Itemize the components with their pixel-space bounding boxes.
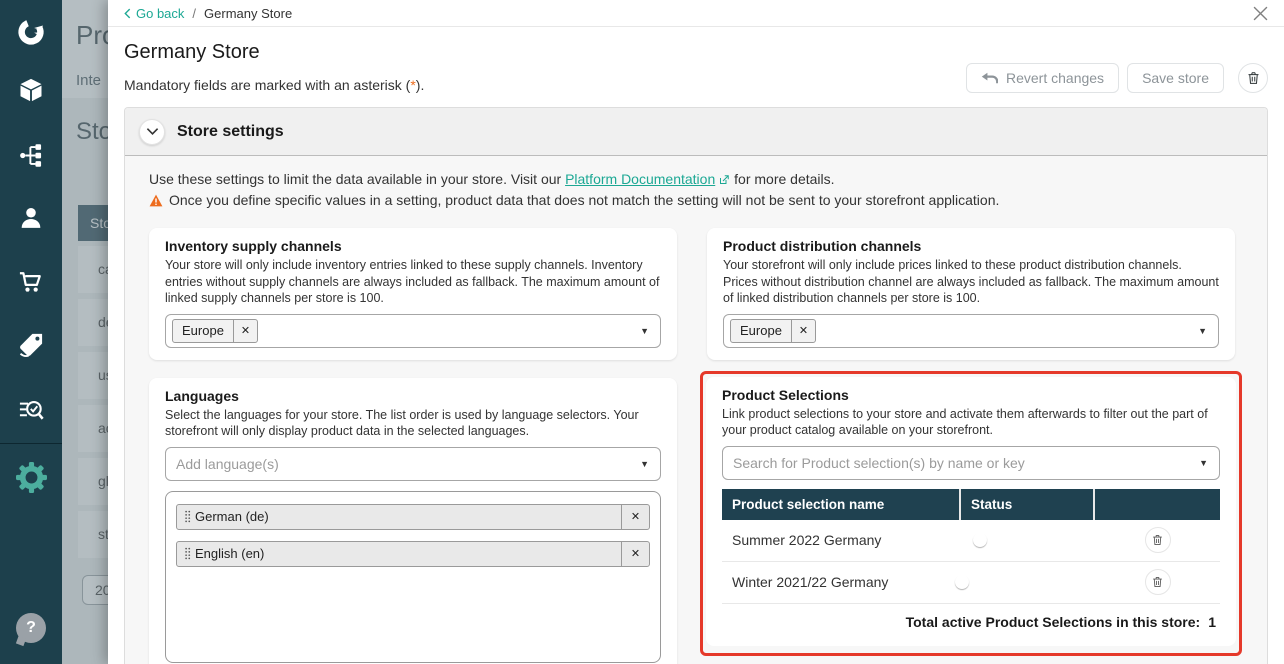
selected-channel-tag: Europe ✕ xyxy=(172,319,258,343)
collapse-toggle[interactable] xyxy=(139,119,165,145)
sidebar-item-products[interactable] xyxy=(0,76,62,104)
active-selections-total: Total active Product Selections in this … xyxy=(722,604,1220,634)
select-placeholder: Add language(s) xyxy=(172,456,279,472)
store-detail-modal: Go back / Germany Store Germany Store Ma… xyxy=(108,0,1284,664)
table-row: Summer 2022 Germany xyxy=(722,520,1220,562)
platform-documentation-link[interactable]: Platform Documentation xyxy=(565,171,715,187)
remove-tag-icon[interactable]: ✕ xyxy=(791,320,815,342)
languages-card: Languages Select the languages for your … xyxy=(149,378,677,664)
chevron-down-icon: ▼ xyxy=(1199,458,1208,468)
cart-icon xyxy=(17,268,45,296)
remove-selection-button[interactable] xyxy=(1145,527,1171,553)
chevron-down-icon xyxy=(146,127,159,136)
card-description: Link product selections to your store an… xyxy=(722,406,1220,439)
chevron-down-icon: ▼ xyxy=(640,459,649,469)
drag-handle-icon[interactable] xyxy=(177,542,195,566)
go-back-label: Go back xyxy=(136,6,184,21)
revert-changes-label: Revert changes xyxy=(1006,70,1104,86)
add-language-select[interactable]: Add language(s) ▼ xyxy=(165,447,661,481)
card-title: Product distribution channels xyxy=(723,238,1219,254)
settings-intro: Use these settings to limit the data ava… xyxy=(149,170,1235,191)
sidebar-divider xyxy=(0,443,62,444)
distribution-channels-select[interactable]: Europe ✕ ▼ xyxy=(723,314,1219,348)
table-header-row: Product selection name Status xyxy=(722,489,1220,520)
modal-actions: Revert changes Save store xyxy=(966,63,1268,93)
modal-topbar: Go back / Germany Store xyxy=(108,0,1284,27)
column-header-status: Status xyxy=(961,489,1095,520)
chevron-left-icon xyxy=(124,8,131,19)
sidebar-item-help[interactable]: ? xyxy=(0,613,62,643)
language-item[interactable]: English (en) ✕ xyxy=(176,541,650,567)
remove-tag-icon[interactable]: ✕ xyxy=(233,320,257,342)
sidebar-item-customers[interactable] xyxy=(0,204,62,232)
save-store-button[interactable]: Save store xyxy=(1127,63,1224,93)
select-placeholder: Search for Product selection(s) by name … xyxy=(729,455,1025,471)
card-title: Product Selections xyxy=(722,387,1220,403)
card-title: Inventory supply channels xyxy=(165,238,661,254)
card-title: Languages xyxy=(165,388,661,404)
drag-handle-icon[interactable] xyxy=(177,505,195,529)
language-sort-list: German (de) ✕ English (en) ✕ xyxy=(165,491,661,663)
box-icon xyxy=(17,76,45,104)
sidebar-item-categories[interactable] xyxy=(0,142,62,169)
commercetools-logo-icon[interactable] xyxy=(0,17,62,47)
selected-channel-tag: Europe ✕ xyxy=(730,319,816,343)
product-selections-table: Product selection name Status Summer 202… xyxy=(722,489,1220,634)
product-distribution-channels-card: Product distribution channels Your store… xyxy=(707,228,1235,360)
trash-icon xyxy=(1151,533,1164,547)
breadcrumb-current: Germany Store xyxy=(204,6,292,21)
sidebar-item-settings[interactable] xyxy=(0,462,62,493)
card-description: Your store will only include inventory e… xyxy=(165,257,661,307)
tag-icon xyxy=(17,331,45,359)
product-selections-card: Product Selections Link product selectio… xyxy=(706,377,1236,646)
modal-header: Germany Store Mandatory fields are marke… xyxy=(108,27,1284,105)
trash-icon xyxy=(1246,70,1261,86)
sidebar-item-discounts[interactable] xyxy=(0,331,62,359)
tree-icon xyxy=(18,142,45,169)
store-settings-section: Store settings Use these settings to lim… xyxy=(124,107,1268,664)
total-label: Total active Product Selections in this … xyxy=(906,614,1201,630)
remove-selection-button[interactable] xyxy=(1145,569,1171,595)
remove-language-icon[interactable]: ✕ xyxy=(621,542,649,566)
magnifier-check-icon xyxy=(17,396,45,424)
store-settings-header[interactable]: Store settings xyxy=(125,108,1267,156)
column-header-actions xyxy=(1095,489,1220,520)
inventory-supply-channels-card: Inventory supply channels Your store wil… xyxy=(149,228,677,360)
help-icon[interactable]: ? xyxy=(16,613,46,643)
revert-changes-button[interactable]: Revert changes xyxy=(966,63,1119,93)
go-back-link[interactable]: Go back xyxy=(124,6,184,21)
chevron-down-icon: ▼ xyxy=(640,326,649,336)
person-icon xyxy=(17,204,45,232)
chevron-down-icon: ▼ xyxy=(1198,326,1207,336)
total-value: 1 xyxy=(1208,614,1216,630)
product-selection-search-select[interactable]: Search for Product selection(s) by name … xyxy=(722,446,1220,480)
gear-icon xyxy=(16,462,47,493)
breadcrumb-separator: / xyxy=(192,6,196,21)
main-sidebar: ? xyxy=(0,0,62,664)
table-row: Winter 2021/22 Germany xyxy=(722,562,1220,604)
settings-warning: Once you define specific values in a set… xyxy=(149,191,1235,212)
card-description: Your storefront will only include prices… xyxy=(723,257,1219,307)
column-header-name: Product selection name xyxy=(722,489,961,520)
remove-language-icon[interactable]: ✕ xyxy=(621,505,649,529)
trash-icon xyxy=(1151,575,1164,589)
external-link-icon xyxy=(718,172,730,191)
mandatory-note: Mandatory fields are marked with an aste… xyxy=(124,77,966,93)
save-store-label: Save store xyxy=(1142,70,1209,86)
sidebar-item-orders[interactable] xyxy=(0,268,62,296)
warning-icon xyxy=(149,193,163,212)
store-settings-body: Use these settings to limit the data ava… xyxy=(125,156,1267,664)
language-item[interactable]: German (de) ✕ xyxy=(176,504,650,530)
card-description: Select the languages for your store. The… xyxy=(165,407,661,440)
page-title: Germany Store xyxy=(124,41,966,64)
delete-store-button[interactable] xyxy=(1238,63,1268,93)
sidebar-item-audit[interactable] xyxy=(0,396,62,424)
close-icon[interactable] xyxy=(1253,6,1268,21)
product-selections-highlight: Product Selections Link product selectio… xyxy=(700,371,1242,656)
section-title: Store settings xyxy=(177,123,284,141)
supply-channels-select[interactable]: Europe ✕ ▼ xyxy=(165,314,661,348)
undo-icon xyxy=(981,71,998,85)
